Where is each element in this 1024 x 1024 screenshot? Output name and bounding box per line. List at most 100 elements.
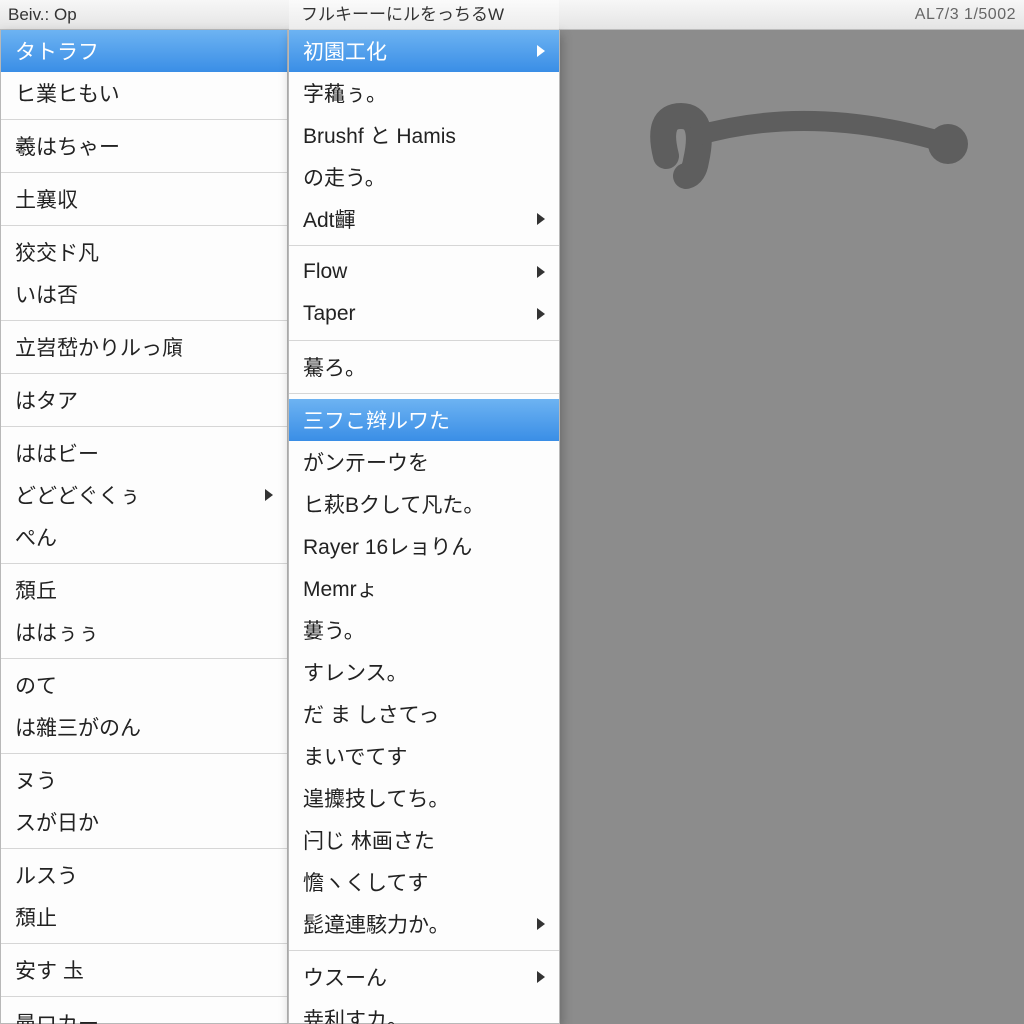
primary-item-label: 狡交ド凡 [15, 237, 99, 267]
submenu-item-12[interactable]: がン亓ーウを [289, 441, 559, 483]
primary-item-25[interactable]: スが日か [1, 801, 287, 843]
primary-item-label: 安す 圡 [15, 955, 84, 985]
submenu-item-label: 字蘒ぅ。 [303, 78, 387, 108]
primary-separator [1, 172, 287, 173]
submenu-item-26[interactable]: 尭利すカ。 [289, 998, 559, 1024]
submenu-item-label: 蔞う。 [303, 615, 365, 645]
primary-item-8[interactable]: いは否 [1, 273, 287, 315]
primary-item-19[interactable]: ははぅぅ [1, 611, 287, 653]
submenu-item-11[interactable]: 三フこ辫ルワた [289, 399, 559, 441]
primary-item-1[interactable]: ヒ業ヒもい [1, 72, 287, 114]
primary-item-label: ぺん [15, 522, 57, 552]
primary-item-label: のて [15, 670, 57, 700]
context-menu-primary[interactable]: タトラフヒ業ヒもい羲はちゃー土襄収狡交ド凡いは否立岧嵆かりルっ廎はタアははビーど… [0, 30, 288, 1024]
submenu-item-label: だ ま しさてっ [303, 699, 439, 729]
submenu-item-6[interactable]: Flow [289, 251, 559, 293]
primary-separator [1, 373, 287, 374]
submenu-item-1[interactable]: 字蘒ぅ。 [289, 72, 559, 114]
primary-item-5[interactable]: 土襄収 [1, 178, 287, 220]
submenu-arrow-icon [537, 266, 545, 278]
primary-item-30[interactable]: 安す 圡 [1, 949, 287, 991]
primary-item-label: ヒ業ヒもい [15, 78, 120, 108]
primary-separator [1, 320, 287, 321]
submenu-arrow-icon [537, 308, 545, 320]
primary-separator [1, 563, 287, 564]
submenu-item-13[interactable]: ヒ萩Bクして凡た。 [289, 483, 559, 525]
context-menu-submenu[interactable]: フルキーーにルをっちるW 初園工化字蘒ぅ。Brushf と Hamisの走う。A… [288, 30, 560, 1024]
submenu-item-label: 初園工化 [303, 36, 387, 66]
primary-item-label: ルスう [15, 860, 78, 890]
submenu-item-label: 闩じ 林画さた [303, 825, 435, 855]
submenu-item-label: 髭遧連駭力か。 [303, 909, 450, 939]
primary-separator [1, 996, 287, 997]
submenu-item-label: がン亓ーウを [303, 447, 429, 477]
primary-separator [1, 658, 287, 659]
primary-item-label: 頹止 [15, 902, 57, 932]
primary-item-21[interactable]: のて [1, 664, 287, 706]
submenu-arrow-icon [537, 45, 545, 57]
submenu-item-label: 尭利すカ。 [303, 1004, 408, 1024]
submenu-item-14[interactable]: Rayer 16レョりん [289, 525, 559, 567]
submenu-arrow-icon [537, 918, 545, 930]
submenu-item-23[interactable]: 髭遧連駭力か。 [289, 903, 559, 945]
submenu-separator [289, 245, 559, 246]
submenu-arrow-icon [537, 971, 545, 983]
primary-item-15[interactable]: どどどぐくぅ [1, 474, 287, 516]
primary-item-label: は雜三がのん [15, 712, 141, 742]
title-right: AL7/3 1/5002 [915, 6, 1016, 24]
submenu-item-label: 憺ヽくしてす [303, 867, 428, 897]
submenu-item-21[interactable]: 闩じ 林画さた [289, 819, 559, 861]
submenu-arrow-icon [265, 489, 273, 501]
submenu-item-7[interactable]: Taper [289, 293, 559, 335]
submenu-item-0[interactable]: 初園工化 [289, 30, 559, 72]
primary-item-18[interactable]: 頹丘 [1, 569, 287, 611]
primary-item-label: どどどぐくぅ [15, 480, 140, 510]
primary-item-28[interactable]: 頹止 [1, 896, 287, 938]
primary-item-27[interactable]: ルスう [1, 854, 287, 896]
primary-item-label: いは否 [15, 279, 78, 309]
primary-item-10[interactable]: 立岧嵆かりルっ廎 [1, 326, 287, 368]
primary-item-14[interactable]: ははビー [1, 432, 287, 474]
submenu-arrow-icon [537, 213, 545, 225]
primary-item-label: 土襄収 [15, 184, 78, 214]
submenu-item-4[interactable]: Adt齳 [289, 198, 559, 240]
submenu-separator [289, 340, 559, 341]
primary-item-24[interactable]: ヌう [1, 759, 287, 801]
submenu-item-22[interactable]: 憺ヽくしてす [289, 861, 559, 903]
submenu-header: フルキーーにルをっちるW [289, 0, 559, 30]
submenu-item-19[interactable]: まいでてす [289, 735, 559, 777]
primary-item-16[interactable]: ぺん [1, 516, 287, 558]
submenu-item-label: Memrょ [303, 573, 378, 603]
primary-item-label: スが日か [15, 807, 99, 837]
primary-item-3[interactable]: 羲はちゃー [1, 125, 287, 167]
primary-item-label: はタア [15, 385, 78, 415]
submenu-item-16[interactable]: 蔞う。 [289, 609, 559, 651]
primary-item-label: 頹丘 [15, 575, 57, 605]
submenu-item-label: すレンス。 [303, 657, 408, 687]
primary-item-32[interactable]: 曼ロカー [1, 1002, 287, 1024]
primary-separator [1, 225, 287, 226]
submenu-item-18[interactable]: だ ま しさてっ [289, 693, 559, 735]
submenu-item-17[interactable]: すレンス。 [289, 651, 559, 693]
submenu-item-2[interactable]: Brushf と Hamis [289, 114, 559, 156]
primary-item-label: タトラフ [15, 36, 99, 66]
submenu-item-label: 遑攗技してち。 [303, 783, 449, 813]
primary-item-label: 羲はちゃー [15, 131, 120, 161]
primary-separator [1, 753, 287, 754]
primary-item-12[interactable]: はタア [1, 379, 287, 421]
submenu-item-20[interactable]: 遑攗技してち。 [289, 777, 559, 819]
primary-separator [1, 848, 287, 849]
primary-item-7[interactable]: 狡交ド凡 [1, 231, 287, 273]
submenu-item-9[interactable]: 驀ろ。 [289, 346, 559, 388]
primary-item-label: ヌう [15, 765, 57, 795]
submenu-item-label: Brushf と Hamis [303, 120, 456, 150]
submenu-item-label: ウスーん [303, 962, 387, 992]
primary-separator [1, 943, 287, 944]
submenu-item-3[interactable]: の走う。 [289, 156, 559, 198]
submenu-item-15[interactable]: Memrょ [289, 567, 559, 609]
primary-item-0[interactable]: タトラフ [1, 30, 287, 72]
brush-stroke [636, 86, 976, 206]
submenu-item-25[interactable]: ウスーん [289, 956, 559, 998]
submenu-item-label: Adt齳 [303, 204, 356, 234]
primary-item-22[interactable]: は雜三がのん [1, 706, 287, 748]
